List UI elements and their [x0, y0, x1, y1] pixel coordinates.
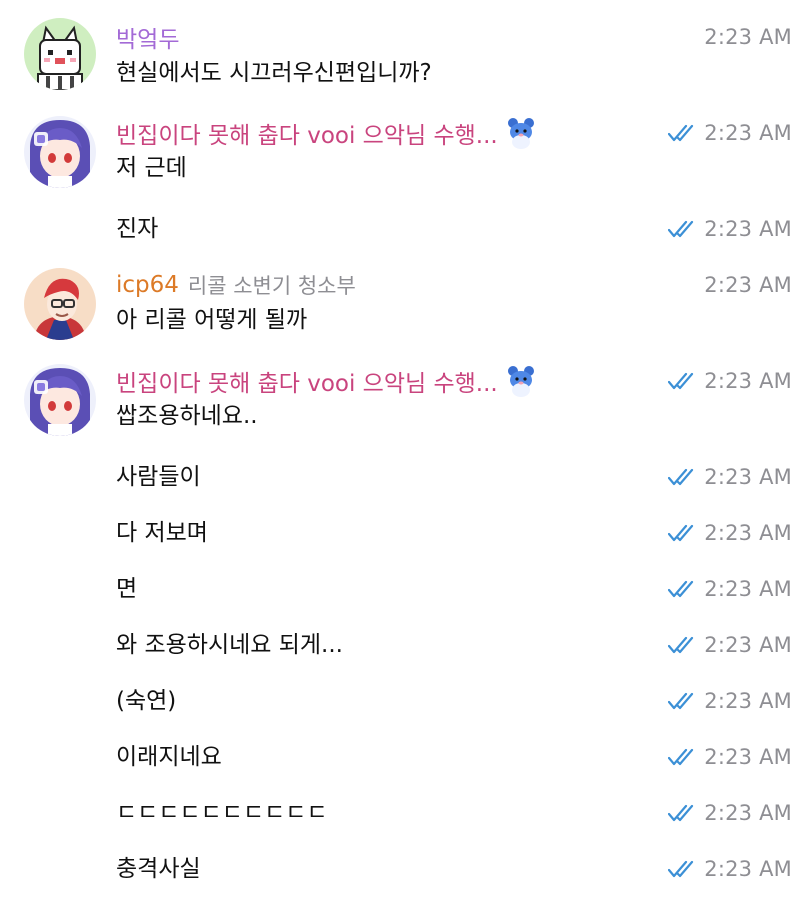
message-text[interactable]: (숙연) [116, 683, 176, 719]
message-text[interactable]: 현실에서도 시끄러우신편입니까? [116, 55, 432, 91]
double-check-icon [668, 219, 698, 239]
message-meta: 2:23 AM [668, 572, 792, 606]
anime-girl-avatar[interactable] [24, 116, 96, 188]
double-check-icon [668, 467, 698, 487]
sender-role-title: 리콜 소변기 청소부 [187, 274, 356, 298]
message-meta: 2:23 AM [668, 460, 792, 494]
sender-name[interactable]: 박엌두 [116, 20, 179, 54]
message-text[interactable]: 이래지네요 [116, 739, 222, 775]
sender-name[interactable]: icp64 [116, 272, 179, 298]
chat-message-list[interactable]: 박엌두 2:23 AM 현실에서도 시끄러우신편입니까? 빈집이다 못해 춥다 … [0, 0, 812, 906]
message-time: 2:23 AM [704, 745, 792, 769]
sender-name[interactable]: 빈집이다 못해 춥다 vooi 으악님 수행... [116, 364, 498, 398]
message-meta: 2:23 AM [668, 364, 792, 398]
double-check-icon [668, 371, 698, 391]
message-meta: 2:23 AM [668, 740, 792, 774]
message-time: 2:23 AM [704, 369, 792, 393]
message-meta: 2:23 AM [668, 516, 792, 550]
message-meta: 2:23 AM [668, 212, 792, 246]
double-check-icon [668, 523, 698, 543]
message-time: 2:23 AM [704, 217, 792, 241]
message-meta: 2:23 AM [668, 796, 792, 830]
double-check-icon [668, 859, 698, 879]
message-text[interactable]: ㄷㄷㄷㄷㄷㄷㄷㄷㄷㄷ [116, 795, 328, 831]
pixel-cat-avatar[interactable] [24, 18, 96, 90]
message-time: 2:23 AM [704, 857, 792, 881]
message-text[interactable]: 와 조용하시네요 되게... [116, 627, 343, 663]
double-check-icon [668, 123, 698, 143]
message-meta: 2:23 AM [704, 20, 792, 54]
marill-sticker-icon [504, 116, 538, 150]
sender-name[interactable]: 빈집이다 못해 춥다 vooi 으악님 수행... [116, 116, 498, 150]
double-check-icon [668, 691, 698, 711]
message-time: 2:23 AM [704, 25, 792, 49]
message-meta: 2:23 AM [668, 116, 792, 150]
message-text[interactable]: 아 리콜 어떻게 될까 [116, 302, 307, 338]
message-time: 2:23 AM [704, 577, 792, 601]
sender-row: 박엌두 [116, 20, 179, 54]
anime-girl-avatar[interactable] [24, 364, 96, 436]
message-text[interactable]: 진자 [116, 211, 158, 247]
message-time: 2:23 AM [704, 521, 792, 545]
message-meta: 2:23 AM [668, 852, 792, 886]
message-time: 2:23 AM [704, 121, 792, 145]
message-time: 2:23 AM [704, 633, 792, 657]
sender-row: icp64 리콜 소변기 청소부 [116, 268, 356, 302]
marill-sticker-icon [504, 364, 538, 398]
message-time: 2:23 AM [704, 689, 792, 713]
message-time: 2:23 AM [704, 273, 792, 297]
sender-row: 빈집이다 못해 춥다 vooi 으악님 수행... [116, 116, 538, 150]
message-time: 2:23 AM [704, 465, 792, 489]
double-check-icon [668, 579, 698, 599]
double-check-icon [668, 747, 698, 767]
message-text[interactable]: 쌉조용하네요.. [116, 398, 258, 434]
double-check-icon [668, 635, 698, 655]
sender-row: 빈집이다 못해 춥다 vooi 으악님 수행... [116, 364, 538, 398]
message-meta: 2:23 AM [668, 628, 792, 662]
message-meta: 2:23 AM [668, 684, 792, 718]
message-text[interactable]: 충격사실 [116, 851, 201, 887]
double-check-icon [668, 803, 698, 823]
message-text[interactable]: 사람들이 [116, 459, 201, 495]
anime-boy-avatar[interactable] [24, 268, 96, 340]
message-text[interactable]: 다 저보며 [116, 515, 208, 551]
message-text[interactable]: 면 [116, 571, 137, 607]
message-text[interactable]: 저 근데 [116, 150, 187, 186]
message-time: 2:23 AM [704, 801, 792, 825]
message-meta: 2:23 AM [704, 268, 792, 302]
